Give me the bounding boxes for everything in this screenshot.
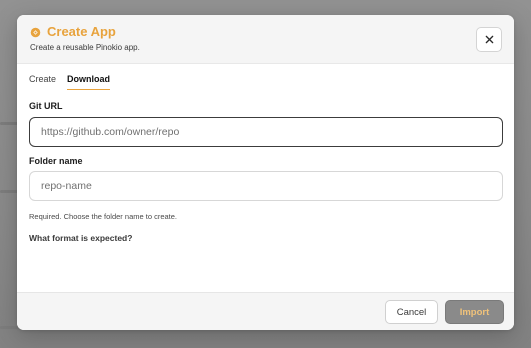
cancel-button[interactable]: Cancel xyxy=(385,300,438,324)
format-help-link[interactable]: What format is expected? xyxy=(29,233,132,243)
close-icon xyxy=(485,35,493,44)
background-fragment xyxy=(0,326,18,329)
dialog-footer: Cancel Import xyxy=(17,292,514,330)
import-button[interactable]: Import xyxy=(445,300,504,324)
folder-name-input[interactable] xyxy=(29,171,503,201)
tab-download[interactable]: Download xyxy=(67,73,111,90)
dialog-title-row: Create App xyxy=(30,25,116,39)
dialog-subtitle: Create a reusable Pinokio app. xyxy=(30,43,140,52)
git-url-label: Git URL xyxy=(29,101,63,111)
background-fragment xyxy=(0,190,18,193)
close-button[interactable] xyxy=(476,27,502,52)
tab-bar: Create Download xyxy=(29,73,121,93)
folder-name-label: Folder name xyxy=(29,156,83,166)
folder-name-hint: Required. Choose the folder name to crea… xyxy=(29,212,178,221)
create-app-dialog: Create App Create a reusable Pinokio app… xyxy=(17,15,514,330)
dialog-header: Create App Create a reusable Pinokio app… xyxy=(17,15,514,64)
background-fragment xyxy=(0,122,18,125)
tab-create[interactable]: Create xyxy=(29,73,56,90)
pinokio-logo-icon xyxy=(30,27,41,37)
git-url-input[interactable] xyxy=(29,117,503,147)
dialog-title: Create App xyxy=(47,24,116,39)
